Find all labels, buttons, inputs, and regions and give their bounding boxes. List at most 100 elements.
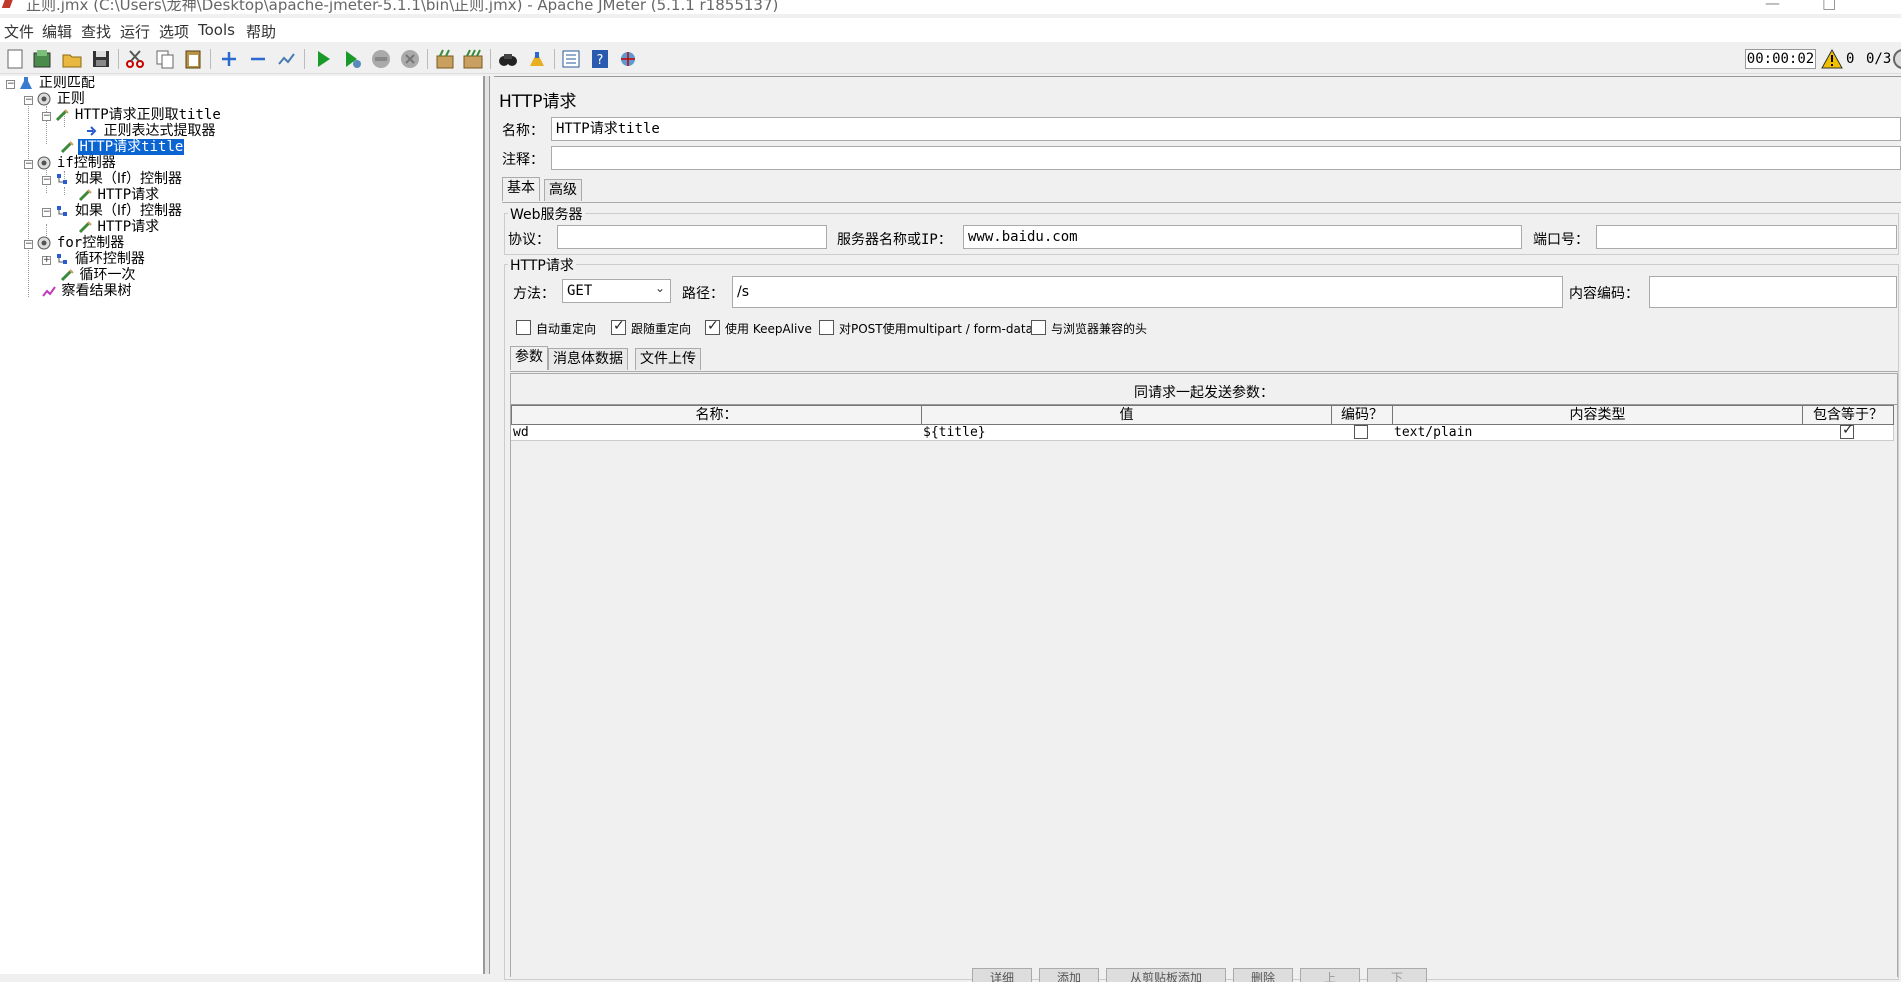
clear-icon[interactable] xyxy=(434,48,456,70)
param-value-cell[interactable]: ${title} xyxy=(921,425,1332,441)
remote-icon[interactable] xyxy=(617,48,639,70)
tree-node-sampler-selected[interactable]: HTTP请求title xyxy=(60,139,185,155)
col-encode-header[interactable]: 编码？ xyxy=(1331,405,1393,425)
tree-node-label: 循环控制器 xyxy=(74,251,145,267)
toolbar-separator xyxy=(118,49,119,69)
open-icon[interactable] xyxy=(61,48,83,70)
shutdown-icon[interactable] xyxy=(399,48,421,70)
down-button[interactable]: 下 xyxy=(1367,968,1427,982)
tab-body-data[interactable]: 消息体数据 xyxy=(548,348,628,370)
thread-count: 0/3 xyxy=(1866,51,1892,67)
tree-node-sampler[interactable]: HTTP请求 xyxy=(78,219,160,235)
log-viewer-icon[interactable] xyxy=(1893,49,1901,69)
expand-icon[interactable] xyxy=(218,48,240,70)
reset-search-icon[interactable] xyxy=(526,48,548,70)
new-icon[interactable] xyxy=(4,48,26,70)
add-from-clipboard-button[interactable]: 从剪贴板添加 xyxy=(1106,968,1226,982)
comment-field[interactable] xyxy=(551,146,1901,170)
path-field[interactable]: /s xyxy=(732,276,1563,308)
tree-node-thread-group[interactable]: − for控制器 xyxy=(24,235,125,251)
menu-options[interactable]: 选项 xyxy=(159,21,189,42)
menu-run[interactable]: 运行 xyxy=(120,21,150,42)
restore-button[interactable]: □ xyxy=(1822,0,1836,12)
param-include-equals-cell[interactable] xyxy=(1802,425,1894,441)
svg-text:?: ? xyxy=(597,53,604,68)
follow-redirect-label: 跟随重定向 xyxy=(631,322,692,336)
tree-node-extractor[interactable]: 正则表达式提取器 xyxy=(84,123,216,139)
start-no-pause-icon[interactable] xyxy=(341,48,363,70)
param-content-type-cell[interactable]: text/plain xyxy=(1392,425,1803,441)
save-icon[interactable] xyxy=(90,48,112,70)
collapse-toggle[interactable]: − xyxy=(24,240,33,249)
add-button[interactable]: 添加 xyxy=(1039,968,1099,982)
menu-tools[interactable]: Tools xyxy=(198,21,235,39)
port-field[interactable] xyxy=(1596,225,1897,249)
tree-node-thread-group[interactable]: − if控制器 xyxy=(24,155,117,171)
delete-button[interactable]: 删除 xyxy=(1233,968,1293,982)
tree-node-sampler[interactable]: HTTP请求 xyxy=(78,187,160,203)
tree-node-sampler[interactable]: 循环一次 xyxy=(60,267,136,283)
tree-node-sampler[interactable]: − HTTP请求正则取title xyxy=(42,107,222,123)
function-helper-icon[interactable] xyxy=(560,48,582,70)
name-field[interactable]: HTTP请求title xyxy=(551,117,1901,141)
menu-edit[interactable]: 编辑 xyxy=(42,21,72,42)
collapse-toggle[interactable]: − xyxy=(42,176,51,185)
templates-icon[interactable] xyxy=(31,48,53,70)
tree-node-test-plan[interactable]: − 正则匹配 xyxy=(6,76,96,91)
collapse-toggle[interactable]: − xyxy=(24,160,33,169)
tree-node-controller[interactable]: + 循环控制器 xyxy=(42,251,146,267)
keepalive-checkbox[interactable] xyxy=(705,318,720,335)
paste-icon[interactable] xyxy=(182,48,204,70)
pane-splitter[interactable] xyxy=(484,76,490,974)
multipart-checkbox[interactable] xyxy=(819,320,834,335)
col-value-header[interactable]: 值 xyxy=(921,405,1332,425)
menu-file[interactable]: 文件 xyxy=(4,21,34,42)
collapse-toggle[interactable]: − xyxy=(6,80,15,89)
content-encoding-field[interactable] xyxy=(1649,276,1897,308)
tab-files-upload[interactable]: 文件上传 xyxy=(635,348,701,370)
protocol-field[interactable] xyxy=(557,225,827,249)
col-content-type-header[interactable]: 内容类型 xyxy=(1392,405,1803,425)
panel-title: HTTP请求 xyxy=(499,92,577,112)
col-include-equals-header[interactable]: 包含等于？ xyxy=(1802,405,1894,425)
encode-checkbox[interactable] xyxy=(1354,425,1368,439)
collapse-toggle[interactable]: − xyxy=(24,96,33,105)
warning-icon[interactable] xyxy=(1821,49,1843,69)
copy-icon[interactable] xyxy=(154,48,176,70)
tree-node-listener[interactable]: 察看结果树 xyxy=(42,283,132,299)
include-equals-checkbox[interactable] xyxy=(1840,425,1854,439)
elapsed-timer: 00:00:02 xyxy=(1745,49,1816,69)
menu-search[interactable]: 查找 xyxy=(81,21,111,42)
follow-redirect-checkbox[interactable] xyxy=(611,318,626,335)
server-field[interactable]: www.baidu.com xyxy=(963,225,1522,249)
clear-all-icon[interactable] xyxy=(462,48,484,70)
chevron-down-icon[interactable]: ⌄ xyxy=(655,281,665,295)
minimize-button[interactable]: — xyxy=(1765,0,1780,12)
start-icon[interactable] xyxy=(312,48,334,70)
auto-redirect-checkbox[interactable] xyxy=(516,320,531,335)
tree-node-controller[interactable]: − 如果（If）控制器 xyxy=(42,171,183,187)
col-name-header[interactable]: 名称： xyxy=(511,405,922,425)
tree-node-label: HTTP请求title xyxy=(78,139,185,155)
param-encode-cell[interactable] xyxy=(1331,425,1393,441)
toolbar: ? 00:00:02 0 0/3 xyxy=(0,44,1901,74)
tab-advanced[interactable]: 高级 xyxy=(544,179,582,201)
collapse-toggle[interactable]: − xyxy=(42,112,51,121)
toggle-icon[interactable] xyxy=(276,48,298,70)
menu-help[interactable]: 帮助 xyxy=(246,21,276,42)
tab-basic[interactable]: 基本 xyxy=(502,177,540,201)
collapse-icon[interactable] xyxy=(247,48,269,70)
up-button[interactable]: 上 xyxy=(1300,968,1360,982)
help-icon[interactable]: ? xyxy=(589,48,611,70)
tab-parameters[interactable]: 参数 xyxy=(510,346,548,370)
detail-button[interactable]: 详细 xyxy=(972,968,1032,982)
tree-node-controller[interactable]: − 如果（If）控制器 xyxy=(42,203,183,219)
param-name-cell[interactable]: wd xyxy=(511,425,922,441)
browser-headers-checkbox[interactable] xyxy=(1031,320,1046,335)
cut-icon[interactable] xyxy=(124,48,146,70)
stop-icon[interactable] xyxy=(370,48,392,70)
expand-toggle[interactable]: + xyxy=(42,256,51,265)
collapse-toggle[interactable]: − xyxy=(42,208,51,217)
tree-node-thread-group[interactable]: − 正则 xyxy=(24,91,86,107)
search-icon[interactable] xyxy=(497,48,519,70)
